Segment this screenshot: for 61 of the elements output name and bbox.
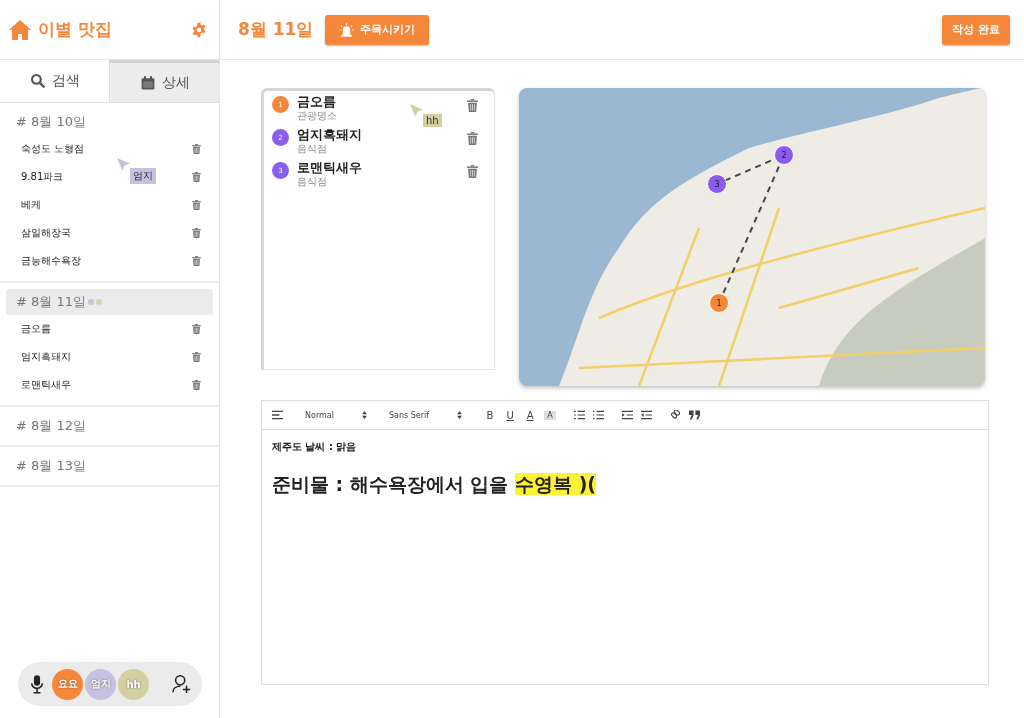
place-name[interactable]: 로맨틱새우 — [297, 159, 459, 176]
place-category: 관광명소 — [297, 110, 337, 122]
trash-icon[interactable] — [192, 200, 201, 210]
user-cursor-label: hh — [423, 114, 442, 127]
day-header[interactable]: # 8월 12일 — [6, 413, 213, 439]
day-header[interactable]: # 8월 10일 — [6, 109, 213, 135]
trash-icon[interactable] — [192, 256, 201, 266]
app-title: 이별 맛집 — [38, 18, 113, 41]
settings-icon[interactable] — [191, 21, 207, 38]
trash-icon[interactable] — [192, 380, 201, 390]
trash-icon[interactable] — [467, 99, 478, 112]
trash-icon[interactable] — [467, 132, 478, 145]
place-name[interactable]: 숙성도 노형점 — [21, 142, 85, 156]
heading-text: 준비물 : 해수욕장에서 입을 수영복 )( — [272, 472, 598, 497]
place-name[interactable]: 9.81파크 — [21, 170, 64, 184]
calendar-icon — [139, 74, 156, 91]
font-select[interactable]: Sans Serif — [388, 410, 463, 420]
sidebar-tab[interactable]: 상세 — [109, 60, 219, 102]
home-icon — [8, 18, 32, 41]
place-name[interactable]: 엄지흑돼지 — [21, 350, 71, 364]
trash-icon[interactable] — [192, 172, 201, 182]
align-icon[interactable] — [272, 410, 283, 420]
place-name[interactable]: 금오름 — [297, 93, 459, 110]
place-name[interactable]: 로맨틱새우 — [21, 378, 71, 392]
siren-icon — [339, 22, 355, 37]
indent-icon[interactable] — [622, 410, 634, 420]
body-text: 제주도 날씨 : 맑음 — [272, 440, 358, 454]
trash-icon[interactable] — [192, 324, 201, 334]
format-button[interactable]: A — [544, 410, 557, 420]
place-category: 음식점 — [297, 176, 327, 188]
map-view[interactable]: 1 2 3 — [519, 88, 985, 386]
cursor-icon — [117, 158, 130, 171]
header-select[interactable]: Normal — [305, 410, 367, 420]
format-button[interactable]: B — [484, 409, 497, 421]
add-user-icon[interactable] — [172, 674, 192, 694]
place-name[interactable]: 엄지흑돼지 — [297, 126, 459, 143]
place-name[interactable]: 베케 — [21, 198, 41, 212]
trash-icon[interactable] — [192, 228, 201, 238]
place-name[interactable]: 금오름 — [21, 322, 51, 336]
day-header[interactable]: # 8월 13일 — [6, 453, 213, 479]
cursor-icon — [410, 104, 423, 117]
user-cursor-label: 엄지 — [130, 168, 156, 184]
day-header[interactable]: # 8월 11일 — [6, 289, 213, 315]
quote-icon[interactable] — [689, 410, 701, 420]
link-icon[interactable] — [670, 410, 682, 420]
format-button[interactable]: A — [524, 409, 537, 421]
place-name[interactable]: 금능해수욕장 — [21, 254, 81, 268]
trash-icon[interactable] — [192, 352, 201, 362]
updown-arrow-icon — [361, 411, 367, 419]
search-icon — [29, 73, 46, 89]
numbered-list-icon[interactable] — [574, 410, 586, 420]
trash-icon[interactable] — [467, 165, 478, 178]
trash-icon[interactable] — [192, 144, 201, 154]
microphone-icon[interactable] — [30, 674, 44, 694]
current-date: 8월 11일 — [238, 18, 314, 41]
place-name[interactable]: 삼일해장국 — [21, 226, 71, 240]
place-category: 음식점 — [297, 143, 327, 155]
outdent-icon[interactable] — [641, 410, 653, 420]
updown-arrow-icon — [457, 411, 463, 419]
format-button[interactable]: U — [504, 409, 517, 421]
bullet-list-icon[interactable] — [593, 410, 605, 420]
